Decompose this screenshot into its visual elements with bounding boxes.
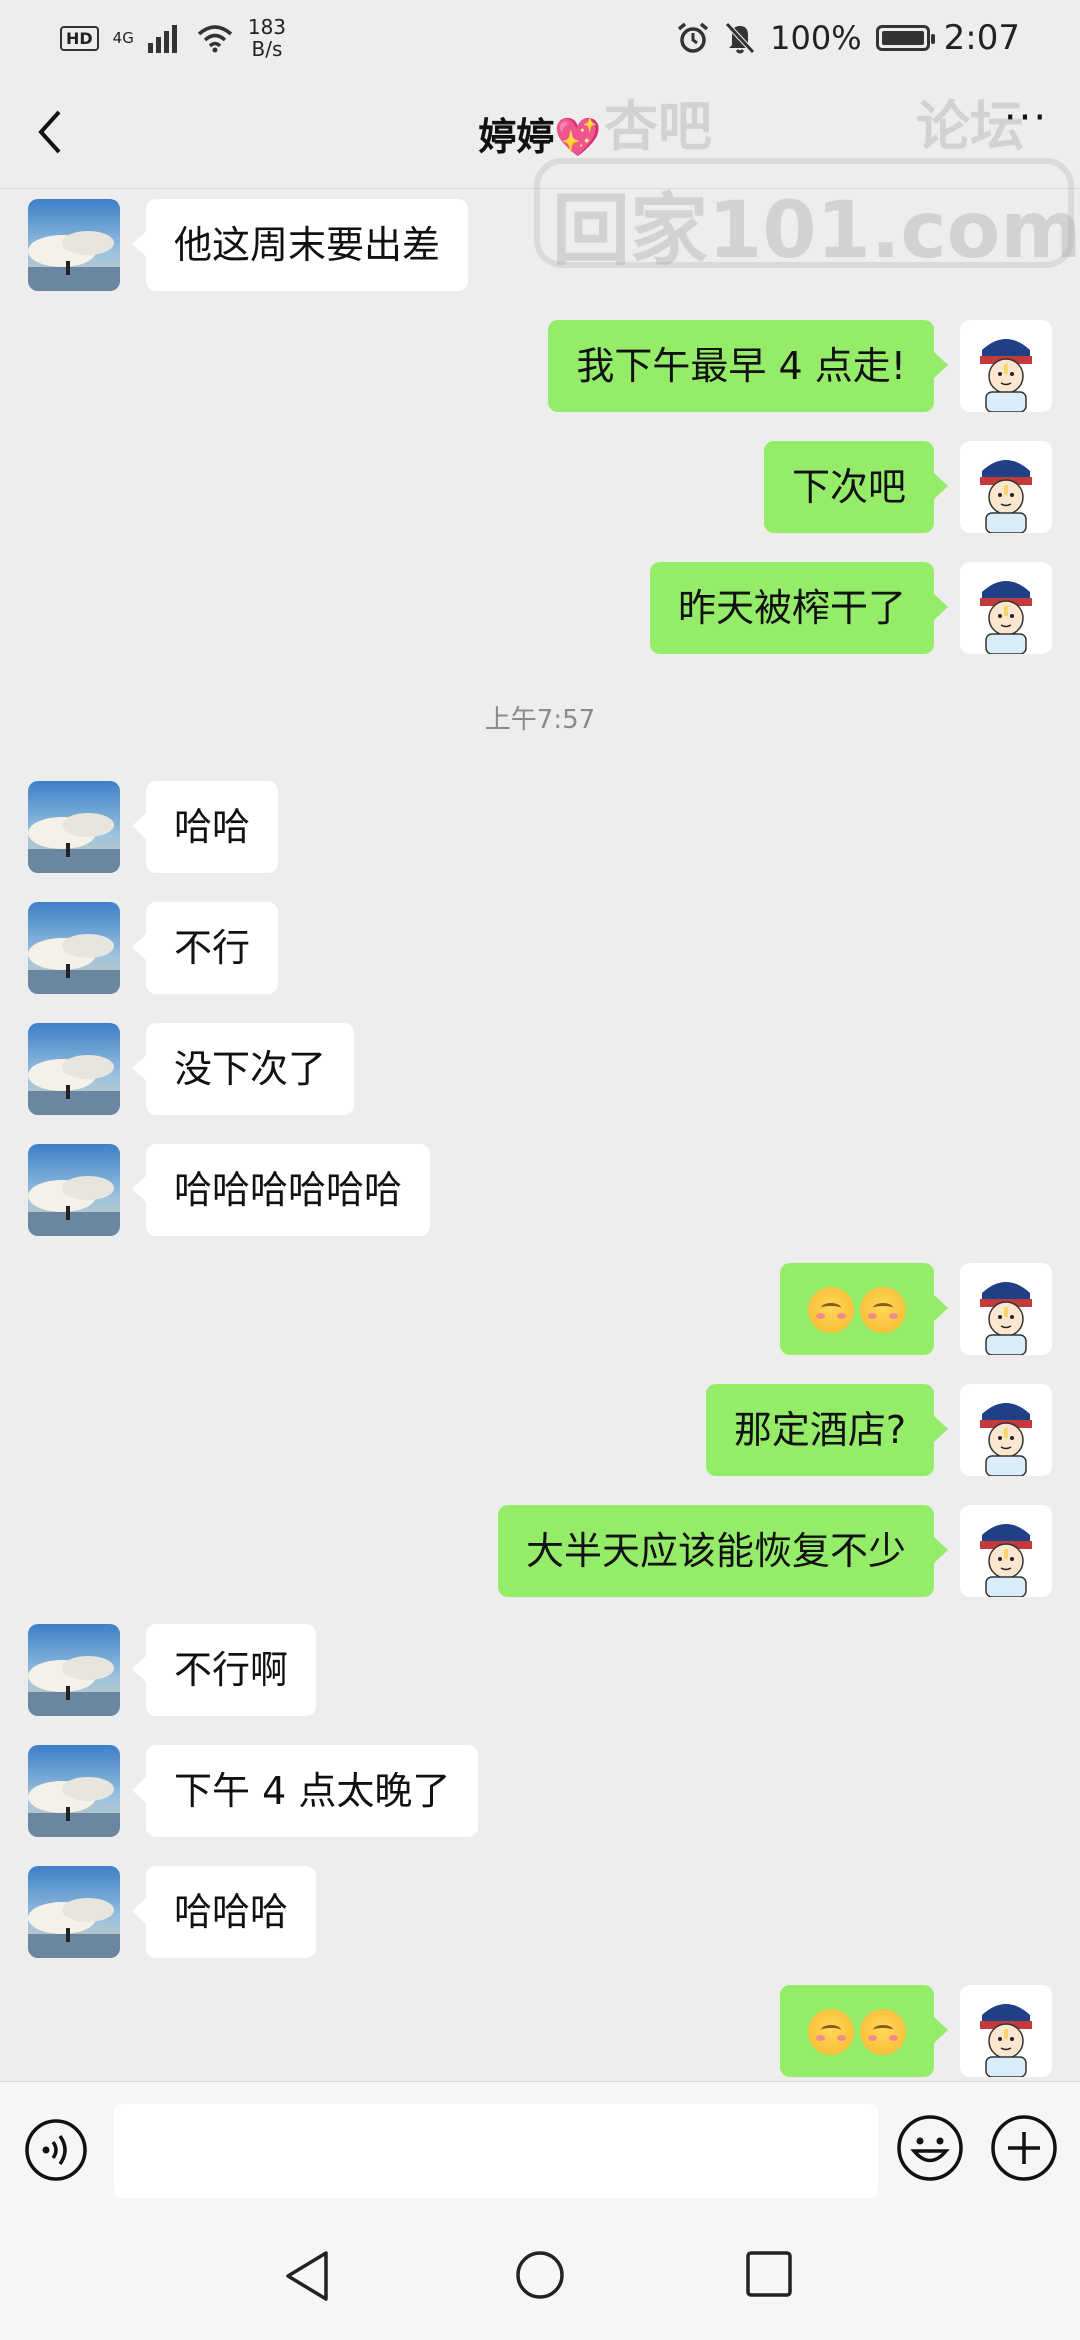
plus-icon[interactable] — [990, 2114, 1058, 2182]
contact-avatar[interactable] — [28, 781, 120, 873]
status-bar: HD 4G 183 B/s 100% 2:07 — [0, 0, 1080, 76]
sent-message — [780, 1985, 1052, 2077]
heart-emoji: 💖 — [554, 115, 602, 159]
message-bubble[interactable] — [780, 1985, 948, 2077]
message-bubble[interactable]: 那定酒店? — [705, 1384, 949, 1476]
received-message: 他这周末要出差 — [28, 199, 469, 291]
my-avatar[interactable] — [960, 1384, 1052, 1476]
hd-badge: HD — [60, 25, 99, 51]
message-text: 我下午最早 4 点走! — [576, 344, 906, 388]
my-avatar[interactable] — [960, 1263, 1052, 1355]
network-type: 4G — [112, 29, 134, 47]
message-bubble[interactable]: 哈哈 — [131, 781, 279, 873]
contact-avatar[interactable] — [28, 1745, 120, 1837]
blush-emoji-icon — [860, 2009, 906, 2055]
mute-icon — [725, 22, 755, 54]
message-text: 哈哈 — [174, 805, 251, 849]
sent-message — [780, 1263, 1052, 1355]
my-avatar[interactable] — [960, 441, 1052, 533]
message-bubble[interactable]: 大半天应该能恢复不少 — [497, 1505, 949, 1597]
network-speed: 183 B/s — [248, 16, 286, 60]
message-text: 不行啊 — [174, 1648, 289, 1692]
contact-avatar[interactable] — [28, 1144, 120, 1236]
message-bubble[interactable]: 哈哈哈哈哈哈 — [131, 1144, 431, 1236]
battery-percent: 100% — [770, 19, 862, 57]
received-message: 不行 — [28, 902, 279, 994]
nav-recent-icon[interactable] — [744, 2249, 794, 2299]
received-message: 哈哈哈 — [28, 1866, 317, 1958]
message-bubble[interactable]: 不行啊 — [131, 1624, 317, 1716]
emoji-icon[interactable] — [896, 2114, 964, 2182]
timestamp: 上午7:57 — [484, 705, 596, 735]
chat-header: 婷婷💖 ··· — [0, 76, 1080, 189]
chat-area[interactable]: 他这周末要出差 我下午最早 4 点走! 下次吧 昨天被榨干了 哈哈 不行 没下次… — [0, 189, 1080, 2081]
my-avatar[interactable] — [960, 562, 1052, 654]
more-button[interactable]: ··· — [996, 98, 1056, 156]
input-bar — [0, 2081, 1080, 2212]
sent-message: 那定酒店? — [705, 1384, 1052, 1476]
message-bubble[interactable]: 下次吧 — [763, 441, 949, 533]
received-message: 没下次了 — [28, 1023, 355, 1115]
blush-emoji-icon — [808, 1287, 854, 1333]
received-message: 不行啊 — [28, 1624, 317, 1716]
message-text: 下次吧 — [791, 465, 906, 509]
sent-message: 大半天应该能恢复不少 — [497, 1505, 1052, 1597]
voice-icon[interactable] — [24, 2118, 88, 2182]
system-nav-bar — [0, 2211, 1080, 2340]
battery-icon — [875, 25, 935, 51]
sent-message: 下次吧 — [763, 441, 1052, 533]
message-text: 哈哈哈 — [174, 1890, 289, 1934]
received-message: 哈哈哈哈哈哈 — [28, 1144, 431, 1236]
speed-unit: B/s — [251, 37, 283, 61]
blush-emoji-icon — [808, 2009, 854, 2055]
message-text: 大半天应该能恢复不少 — [525, 1529, 906, 1573]
message-bubble[interactable]: 哈哈哈 — [131, 1866, 317, 1958]
sent-message: 我下午最早 4 点走! — [548, 320, 1052, 412]
message-bubble[interactable] — [780, 1263, 948, 1355]
page-title: 婷婷💖 — [0, 106, 1080, 161]
wifi-icon — [197, 25, 232, 53]
message-text: 下午 4 点太晚了 — [174, 1769, 451, 1813]
my-avatar[interactable] — [960, 320, 1052, 412]
my-avatar[interactable] — [960, 1505, 1052, 1597]
contact-name: 婷婷 — [478, 115, 555, 159]
message-bubble[interactable]: 没下次了 — [131, 1023, 355, 1115]
contact-avatar[interactable] — [28, 199, 120, 291]
clock: 2:07 — [943, 18, 1020, 58]
message-text: 哈哈哈哈哈哈 — [174, 1168, 403, 1212]
message-bubble[interactable]: 下午 4 点太晚了 — [131, 1745, 479, 1837]
contact-avatar[interactable] — [28, 902, 120, 994]
blush-emoji-icon — [860, 1287, 906, 1333]
contact-avatar[interactable] — [28, 1023, 120, 1115]
message-bubble[interactable]: 昨天被榨干了 — [649, 562, 949, 654]
message-text: 那定酒店? — [733, 1408, 906, 1452]
message-text: 不行 — [174, 926, 251, 970]
sent-message: 昨天被榨干了 — [649, 562, 1052, 654]
message-bubble[interactable]: 我下午最早 4 点走! — [548, 320, 948, 412]
contact-avatar[interactable] — [28, 1624, 120, 1716]
message-bubble[interactable]: 他这周末要出差 — [131, 199, 469, 291]
message-text: 没下次了 — [174, 1047, 327, 1091]
message-bubble[interactable]: 不行 — [131, 902, 279, 994]
speed-value: 183 — [247, 15, 287, 39]
received-message: 哈哈 — [28, 781, 279, 873]
alarm-icon — [678, 22, 709, 53]
received-message: 下午 4 点太晚了 — [28, 1745, 479, 1837]
signal-icon — [147, 25, 177, 53]
my-avatar[interactable] — [960, 1985, 1052, 2077]
message-input[interactable] — [114, 2104, 878, 2198]
contact-avatar[interactable] — [28, 1866, 120, 1958]
message-text: 昨天被榨干了 — [677, 586, 906, 630]
nav-home-icon[interactable] — [514, 2249, 566, 2301]
nav-back-icon[interactable] — [282, 2249, 334, 2303]
message-text: 他这周末要出差 — [174, 223, 441, 267]
